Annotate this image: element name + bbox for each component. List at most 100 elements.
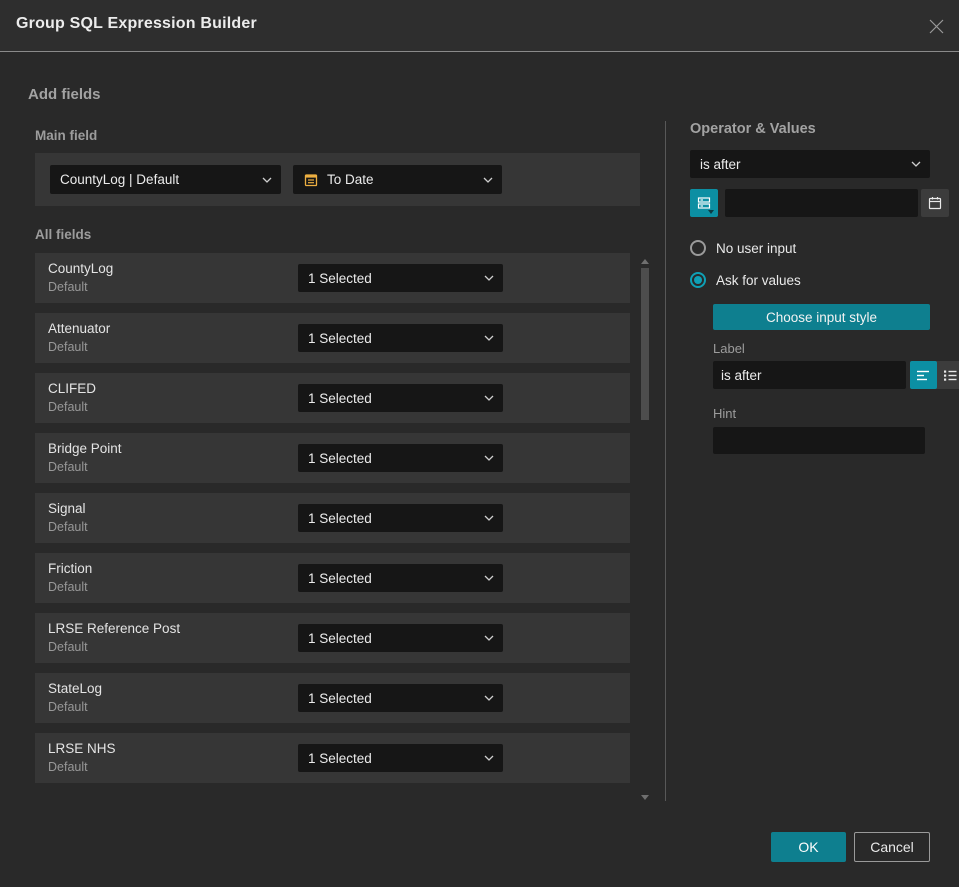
scrollbar-thumb[interactable]: [641, 268, 649, 420]
field-type: Default: [48, 340, 88, 354]
field-name: Friction: [48, 561, 93, 576]
table-row: Bridge Point Default 1 Selected: [35, 433, 630, 483]
hint-input[interactable]: [713, 427, 925, 454]
field-selection-value: 1 Selected: [308, 750, 372, 766]
table-row: LRSE Reference Post Default 1 Selected: [35, 613, 630, 663]
field-name: Bridge Point: [48, 441, 122, 456]
radio-ask-for-values[interactable]: Ask for values: [690, 270, 930, 290]
field-selection-dropdown[interactable]: 1 Selected: [298, 624, 503, 652]
field-selection-dropdown[interactable]: 1 Selected: [298, 324, 503, 352]
all-fields-list: CountyLog Default 1 Selected Attenuator …: [35, 253, 630, 783]
table-row: LRSE NHS Default 1 Selected: [35, 733, 630, 783]
all-fields-label: All fields: [35, 227, 92, 242]
field-name: StateLog: [48, 681, 103, 696]
chevron-down-icon: [484, 515, 494, 521]
field-type: Default: [48, 580, 88, 594]
group-sql-expression-builder-dialog: Group SQL Expression Builder Add fields …: [0, 0, 959, 887]
choose-input-style-button[interactable]: Choose input style: [713, 304, 930, 330]
chevron-down-icon: [484, 695, 494, 701]
date-value-input[interactable]: [725, 189, 918, 217]
vertical-divider: [665, 121, 666, 801]
stack-values-icon[interactable]: [690, 189, 718, 217]
scrollbar-up-icon[interactable]: [641, 259, 649, 264]
field-selection-dropdown[interactable]: 1 Selected: [298, 684, 503, 712]
chevron-down-icon: [484, 575, 494, 581]
chevron-down-icon: [708, 210, 714, 214]
scrollbar-down-icon[interactable]: [641, 795, 649, 800]
field-type: Default: [48, 700, 88, 714]
field-selection-value: 1 Selected: [308, 270, 372, 286]
label-input[interactable]: [713, 361, 906, 389]
field-selection-dropdown[interactable]: 1 Selected: [298, 504, 503, 532]
chevron-down-icon: [483, 177, 493, 183]
table-row: CountyLog Default 1 Selected: [35, 253, 630, 303]
chevron-down-icon: [484, 335, 494, 341]
label-input-row: [713, 361, 959, 389]
main-field-panel: CountyLog | Default To Date: [35, 153, 640, 206]
chevron-down-icon: [484, 635, 494, 641]
field-selection-value: 1 Selected: [308, 630, 372, 646]
field-type: Default: [48, 640, 88, 654]
field-selection-value: 1 Selected: [308, 570, 372, 586]
field-selection-value: 1 Selected: [308, 450, 372, 466]
radio-icon: [690, 240, 706, 256]
field-selection-value: 1 Selected: [308, 510, 372, 526]
table-row: Signal Default 1 Selected: [35, 493, 630, 543]
operator-dropdown[interactable]: is after: [690, 150, 930, 178]
field-type: Default: [48, 280, 88, 294]
chevron-down-icon: [484, 395, 494, 401]
label-style-toggle-group: [910, 361, 959, 389]
hint-field-label: Hint: [713, 406, 737, 421]
field-selection-dropdown[interactable]: 1 Selected: [298, 744, 503, 772]
radio-no-user-input-label: No user input: [716, 240, 797, 256]
operator-values-panel: Operator & Values is after No user input…: [690, 121, 959, 454]
dialog-footer: OK Cancel: [771, 832, 930, 862]
add-fields-heading: Add fields: [28, 86, 101, 103]
user-input-radio-group: No user input Ask for values: [690, 238, 930, 290]
dialog-title: Group SQL Expression Builder: [16, 15, 257, 32]
radio-ask-for-values-label: Ask for values: [716, 272, 801, 288]
field-selection-dropdown[interactable]: 1 Selected: [298, 384, 503, 412]
ok-button[interactable]: OK: [771, 832, 846, 862]
chevron-down-icon: [484, 455, 494, 461]
field-name: CountyLog: [48, 261, 114, 276]
field-selection-dropdown[interactable]: 1 Selected: [298, 444, 503, 472]
radio-no-user-input[interactable]: No user input: [690, 238, 930, 258]
main-date-dropdown[interactable]: To Date: [293, 165, 502, 194]
field-name: LRSE Reference Post: [48, 621, 181, 636]
ask-for-values-options: Choose input style Label is after Hint: [713, 302, 959, 454]
radio-icon: [690, 272, 706, 288]
main-field-dropdown-value: CountyLog | Default: [60, 172, 180, 187]
operator-dropdown-value: is after: [700, 156, 741, 172]
field-type: Default: [48, 520, 88, 534]
field-type: Default: [48, 400, 88, 414]
operator-values-heading: Operator & Values: [690, 121, 816, 137]
field-name: LRSE NHS: [48, 741, 116, 756]
field-type: Default: [48, 460, 88, 474]
field-selection-value: 1 Selected: [308, 690, 372, 706]
list-icon[interactable]: [937, 361, 959, 389]
main-date-dropdown-value: To Date: [327, 172, 374, 187]
close-icon[interactable]: [926, 16, 946, 36]
calendar-icon[interactable]: [921, 189, 949, 217]
chevron-down-icon: [911, 161, 921, 167]
chevron-down-icon: [262, 177, 272, 183]
field-selection-value: 1 Selected: [308, 330, 372, 346]
table-row: StateLog Default 1 Selected: [35, 673, 630, 723]
chevron-down-icon: [484, 275, 494, 281]
field-name: Attenuator: [48, 321, 111, 336]
field-selection-dropdown[interactable]: 1 Selected: [298, 264, 503, 292]
table-row: Friction Default 1 Selected: [35, 553, 630, 603]
calendar-icon: [303, 172, 319, 188]
list-scrollbar[interactable]: [640, 255, 650, 802]
table-row: CLIFED Default 1 Selected: [35, 373, 630, 423]
main-field-dropdown[interactable]: CountyLog | Default: [50, 165, 281, 194]
field-selection-dropdown[interactable]: 1 Selected: [298, 564, 503, 592]
cancel-button[interactable]: Cancel: [854, 832, 930, 862]
chevron-down-icon: [484, 755, 494, 761]
align-left-icon[interactable]: [910, 361, 937, 389]
field-name: Signal: [48, 501, 86, 516]
value-input-row: [690, 189, 949, 217]
main-field-label: Main field: [35, 128, 98, 143]
table-row: Attenuator Default 1 Selected: [35, 313, 630, 363]
